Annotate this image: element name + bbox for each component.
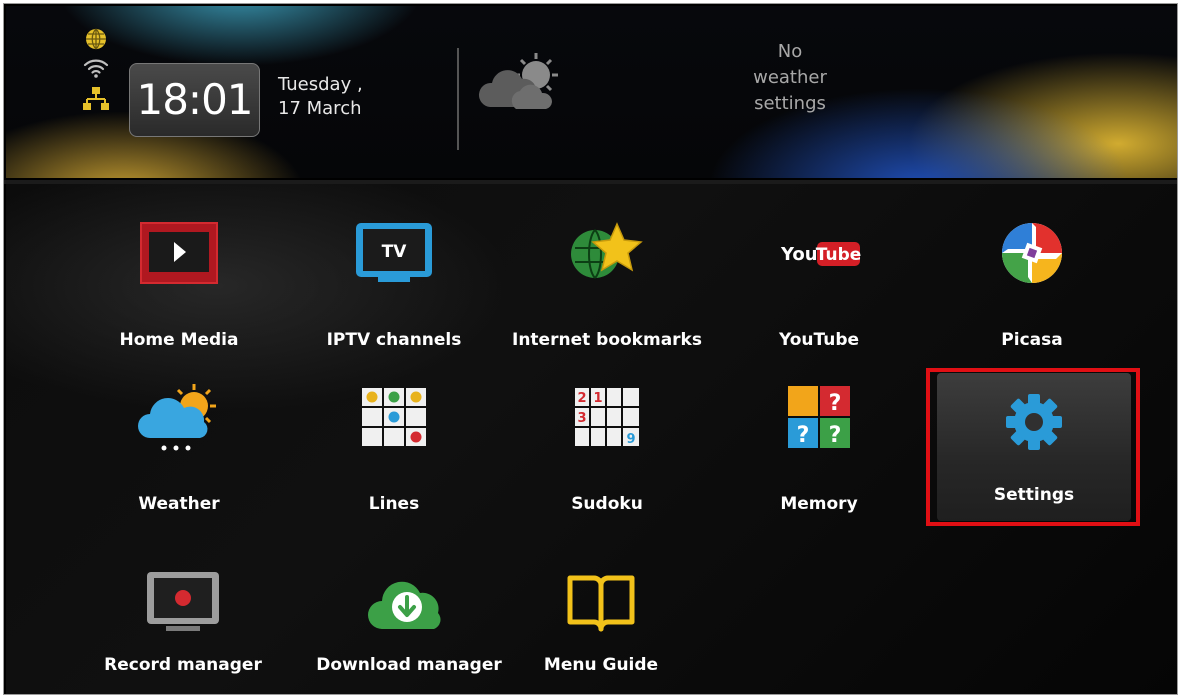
menu-item-label: Memory [780,494,858,514]
menu-item-home-media[interactable]: Home Media [84,204,274,354]
clock: 18:01 [129,63,260,137]
lines-game-icon [362,388,426,446]
weather-status: No weather settings [753,41,827,114]
menu-item-sudoku[interactable]: 2 1 3 9 Sudoku [512,368,702,518]
menu-item-picasa[interactable]: Picasa [937,204,1127,354]
selection-highlight [926,368,1140,526]
memory-mark: ? [829,391,842,416]
sudoku-digit: 2 [577,391,586,406]
menu-item-menu-guide[interactable]: Menu Guide [506,549,696,689]
day-label: Tuesday , [278,74,363,95]
download-cloud-icon [368,581,441,629]
menu-item-memory[interactable]: ? ? ? Memory [724,368,914,518]
status-icons [81,28,111,120]
wifi-icon [83,59,109,78]
youtube-icon: You Tube [780,242,862,266]
tv-menu-screen: 18:01 Tuesday , 17 March No weather sett… [3,3,1178,695]
cloud-sun-icon [476,51,566,117]
picasa-icon [1002,223,1062,283]
tv-logo-text: TV [382,242,408,262]
menu-item-record-manager[interactable]: Record manager [88,549,278,689]
date-display: Tuesday , 17 March [278,73,363,121]
sudoku-icon: 2 1 3 9 [575,388,639,447]
menu-item-label: Lines [368,494,420,514]
menu-item-label: Home Media [119,330,239,350]
date-label: 17 March [278,98,362,119]
network-icon [83,87,109,110]
menu-item-label: YouTube [778,330,860,350]
menu-item-label: Menu Guide [543,655,659,675]
weather-icon [138,384,216,451]
youtube-tube-text: Tube [816,245,862,265]
memory-game-icon: ? ? ? [788,386,850,448]
menu-item-lines[interactable]: Lines [299,368,489,518]
menu-item-label: Picasa [1001,330,1063,350]
menu-item-youtube[interactable]: You Tube YouTube [724,204,914,354]
bookmark-star-icon [571,222,643,279]
header-separator [457,48,459,150]
tv-icon: TV [356,223,432,282]
memory-mark: ? [829,423,842,448]
memory-mark: ? [797,423,810,448]
record-icon [147,572,219,631]
menu-item-label: Internet bookmarks [512,330,702,350]
menu-item-iptv-channels[interactable]: TV IPTV channels [299,204,489,354]
menu-item-label: Sudoku [571,494,643,514]
menu-item-label: Record manager [104,655,262,675]
menu-item-label: Download manager [316,655,502,675]
sudoku-digit: 1 [593,391,602,406]
menu-item-internet-bookmarks[interactable]: Internet bookmarks [512,204,702,354]
menu-item-download-manager[interactable]: Download manager [314,549,504,689]
status-header: 18:01 Tuesday , 17 March No weather sett… [6,6,1177,178]
menu-item-weather[interactable]: Weather [84,368,274,518]
home-media-icon [140,222,218,284]
menu-item-label: IPTV channels [326,330,462,350]
menu-item-label: Weather [138,494,220,514]
book-icon [567,575,635,632]
globe-icon [86,28,106,50]
youtube-you-text: You [780,244,818,265]
sudoku-digit: 3 [577,411,586,426]
sudoku-digit: 9 [626,432,635,447]
